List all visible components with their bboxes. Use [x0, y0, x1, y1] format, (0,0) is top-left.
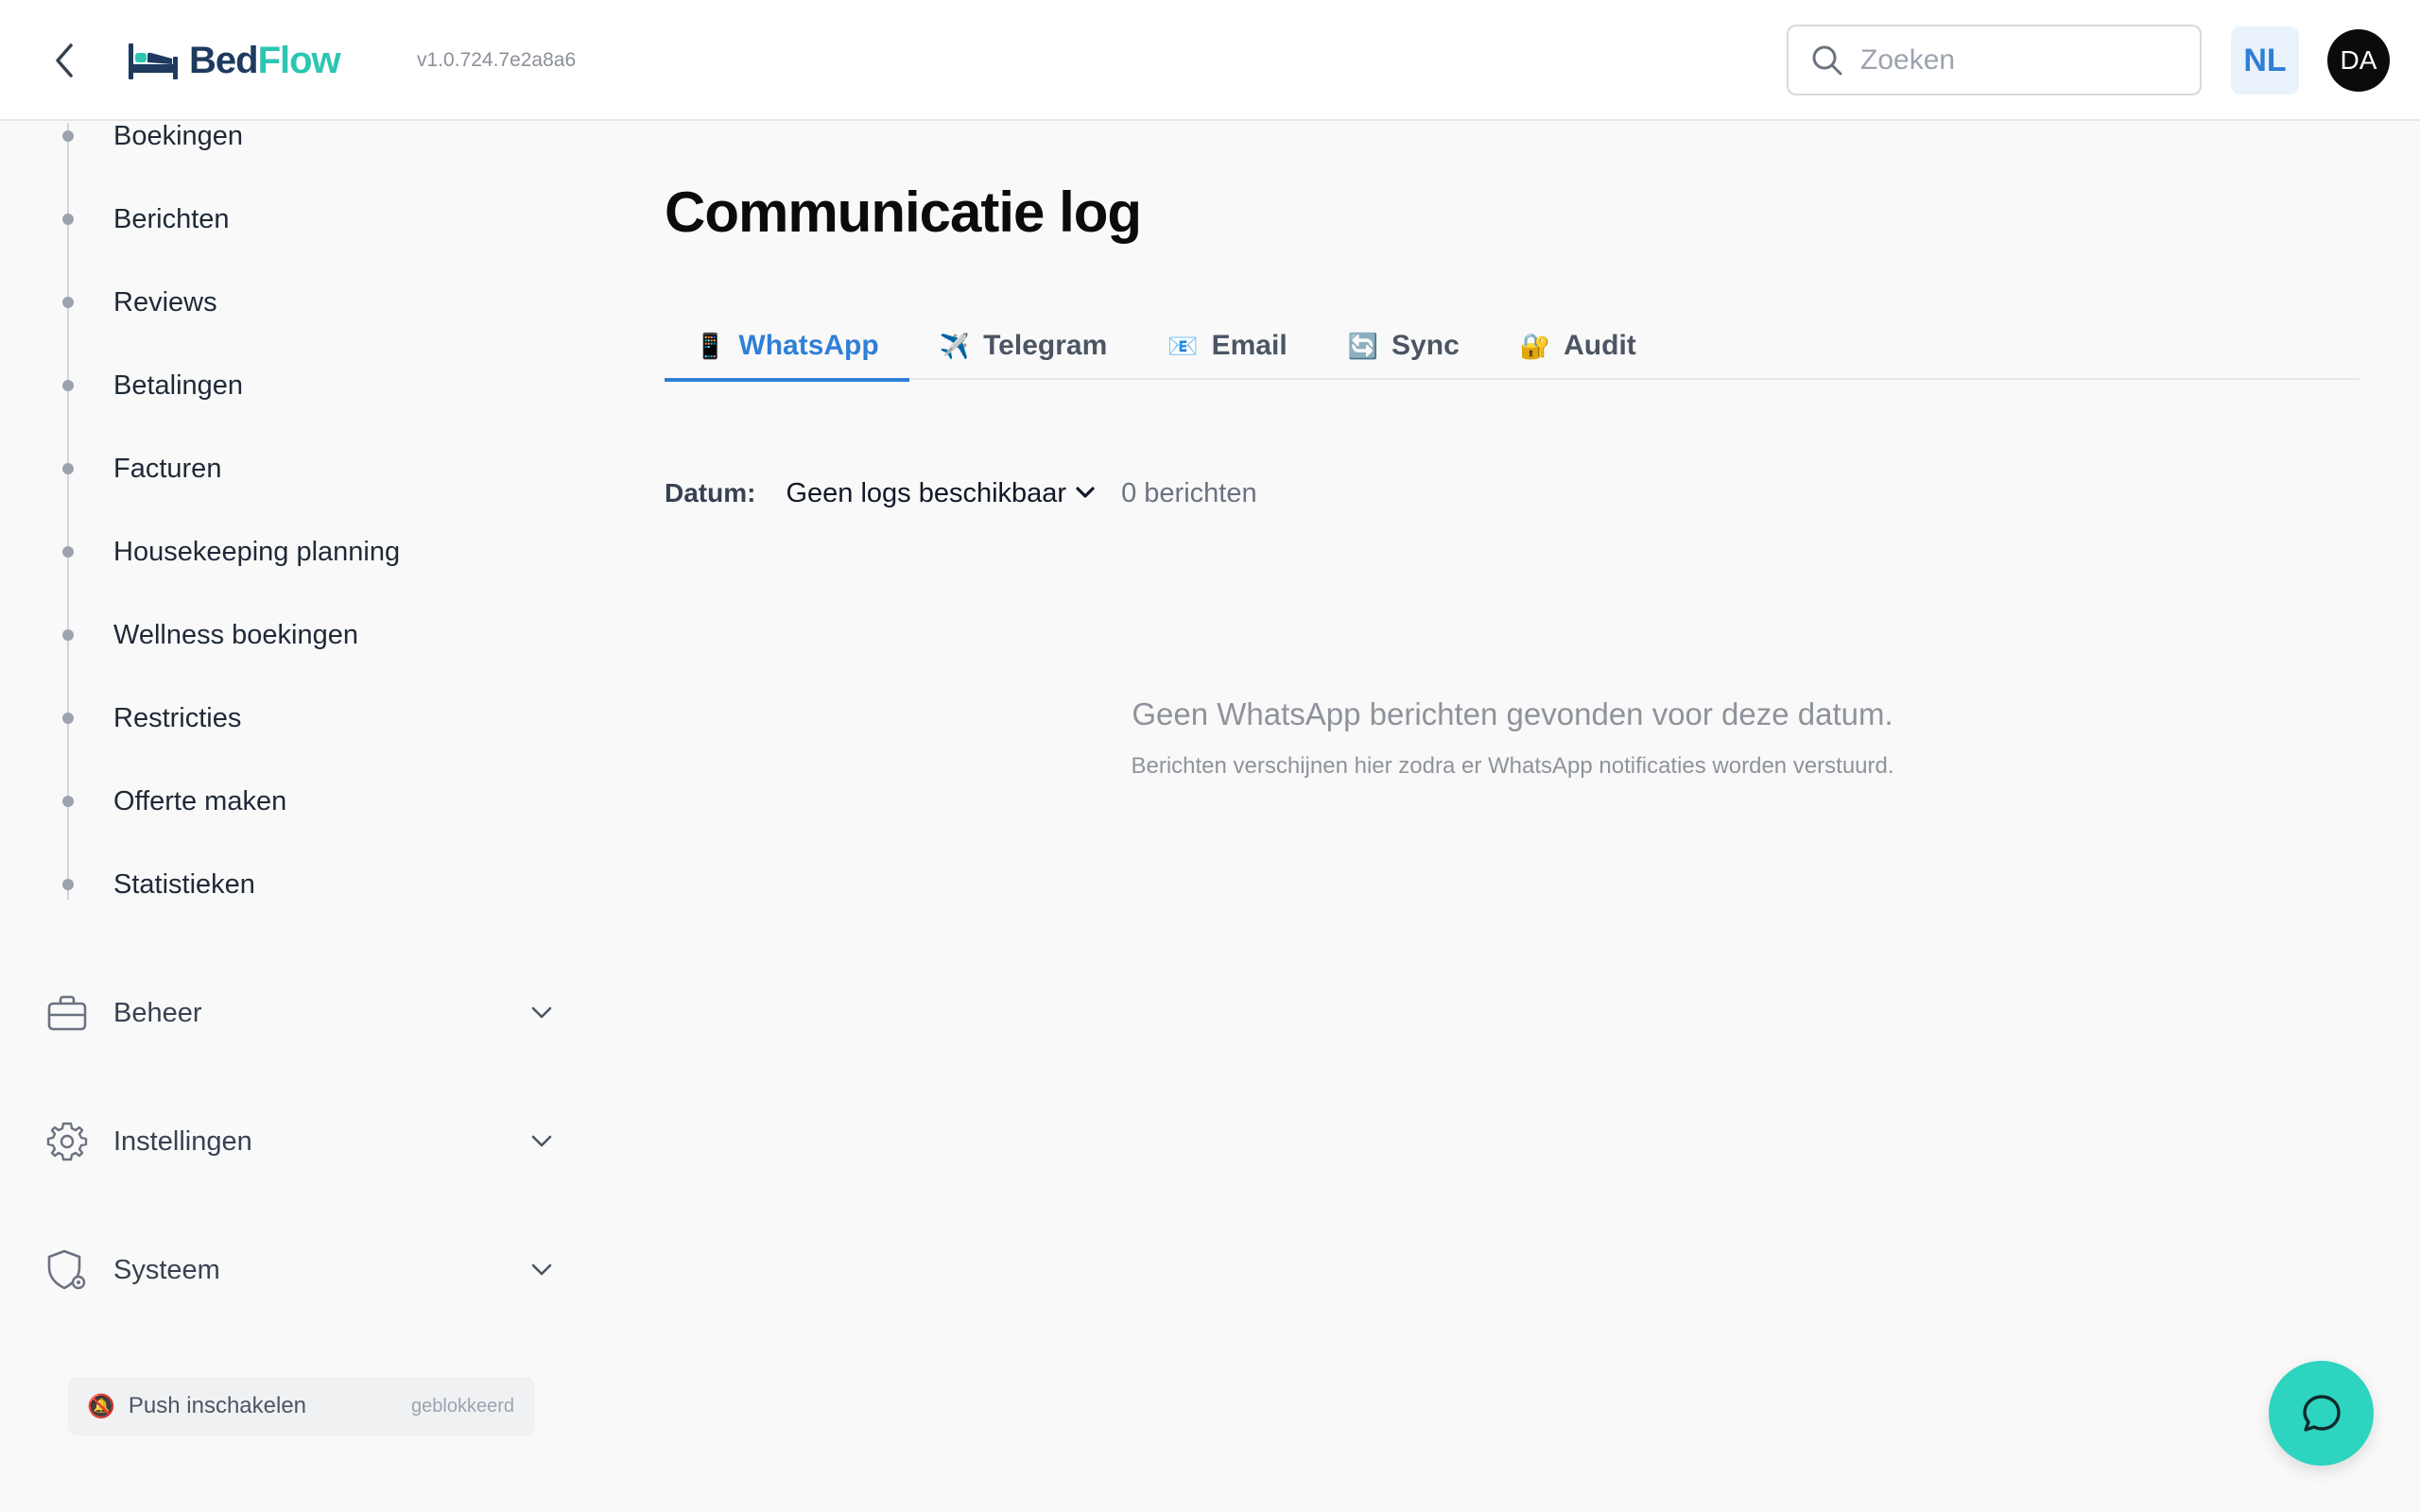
chevron-down-icon [527, 1256, 556, 1284]
tab-label: Telegram [983, 330, 1108, 361]
tab-whatsapp[interactable]: 📱 WhatsApp [665, 312, 909, 382]
push-enable-button[interactable]: 🔕 Push inschakelen geblokkeerd [68, 1377, 535, 1435]
sidebar-item-facturen[interactable]: Facturen [113, 450, 221, 488]
tree-dot [62, 130, 74, 142]
chat-button[interactable] [2269, 1361, 2374, 1466]
sidebar-item-boekingen[interactable]: Boekingen [113, 117, 243, 155]
empty-state-subtitle: Berichten verschijnen hier zodra er What… [1131, 753, 1894, 779]
chat-bubble-icon [2302, 1394, 2341, 1432]
tab-label: WhatsApp [738, 330, 879, 361]
search-box[interactable] [1787, 25, 2202, 95]
tab-telegram[interactable]: ✈️ Telegram [909, 312, 1138, 380]
user-avatar[interactable]: DA [2327, 29, 2390, 92]
message-count: 0 berichten [1121, 477, 1257, 508]
chevron-down-icon [527, 999, 556, 1027]
top-bar: BedFlow v1.0.724.7e2a8a6 NL DA [0, 0, 2420, 121]
shield-gear-icon [45, 1248, 89, 1292]
language-button[interactable]: NL [2231, 26, 2299, 94]
tab-audit[interactable]: 🔐 Audit [1490, 312, 1667, 380]
tree-dot [62, 214, 74, 225]
logo-text: BedFlow [189, 39, 341, 81]
tab-email[interactable]: 📧 Email [1137, 312, 1317, 380]
briefcase-icon [45, 991, 89, 1035]
date-select-value: Geen logs beschikbaar [786, 477, 1067, 508]
sidebar-item-offerte[interactable]: Offerte maken [113, 782, 286, 820]
version-label: v1.0.724.7e2a8a6 [417, 49, 577, 71]
gear-icon [45, 1120, 89, 1163]
app-logo[interactable]: BedFlow [127, 32, 341, 89]
sidebar: Boekingen Berichten Reviews Betalingen F… [0, 121, 586, 1512]
sidebar-item-betalingen[interactable]: Betalingen [113, 367, 243, 404]
chevron-left-icon [56, 43, 73, 77]
tree-dot [62, 713, 74, 724]
bed-icon [129, 43, 178, 79]
empty-state-title: Geen WhatsApp berichten gevonden voor de… [1132, 696, 1893, 731]
tab-label: Sync [1392, 330, 1460, 361]
push-label: Push inschakelen [128, 1393, 307, 1418]
sync-icon: 🔄 [1347, 331, 1379, 360]
tab-bar: 📱 WhatsApp ✈️ Telegram 📧 Email 🔄 Sync 🔐 … [665, 312, 2360, 382]
date-label: Datum: [665, 478, 756, 507]
tree-dot [62, 463, 74, 474]
group-label: Systeem [113, 1254, 220, 1285]
search-icon [1812, 45, 1842, 75]
bell-off-icon: 🔕 [87, 1393, 115, 1419]
chevron-down-icon [1076, 487, 1095, 498]
tab-label: Email [1211, 330, 1288, 361]
search-input[interactable] [1860, 43, 2172, 77]
tab-label: Audit [1564, 330, 1636, 361]
tree-dot [62, 546, 74, 558]
back-button[interactable] [43, 38, 85, 83]
sidebar-item-berichten[interactable]: Berichten [113, 200, 230, 238]
sidebar-group-beheer[interactable]: Beheer [45, 985, 556, 1041]
tree-dot [62, 629, 74, 641]
chevron-down-icon [527, 1127, 556, 1156]
sidebar-item-wellness[interactable]: Wellness boekingen [113, 616, 358, 654]
sidebar-item-statistieken[interactable]: Statistieken [113, 866, 255, 903]
page-title: Communicatie log [665, 180, 1142, 244]
tab-sync[interactable]: 🔄 Sync [1318, 312, 1490, 380]
sidebar-item-restricties[interactable]: Restricties [113, 699, 241, 737]
airplane-icon: ✈️ [939, 331, 971, 360]
tree-dot [62, 297, 74, 308]
group-label: Instellingen [113, 1125, 252, 1157]
envelope-icon: 📧 [1167, 331, 1199, 360]
sidebar-item-reviews[interactable]: Reviews [113, 284, 217, 321]
tree-line [67, 123, 69, 900]
push-status: geblokkeerd [411, 1395, 514, 1417]
phone-icon: 📱 [695, 331, 726, 360]
tree-dot [62, 796, 74, 807]
lock-icon: 🔐 [1519, 331, 1551, 360]
date-select[interactable]: Geen logs beschikbaar [786, 478, 1095, 509]
tree-dot [62, 879, 74, 890]
sidebar-group-instellingen[interactable]: Instellingen [45, 1113, 556, 1170]
group-label: Beheer [113, 997, 202, 1028]
tree-dot [62, 380, 74, 391]
sidebar-item-housekeeping[interactable]: Housekeeping planning [113, 533, 400, 571]
date-filter-row: Datum: Geen logs beschikbaar 0 berichten [665, 471, 1257, 516]
sidebar-group-systeem[interactable]: Systeem [45, 1242, 556, 1298]
